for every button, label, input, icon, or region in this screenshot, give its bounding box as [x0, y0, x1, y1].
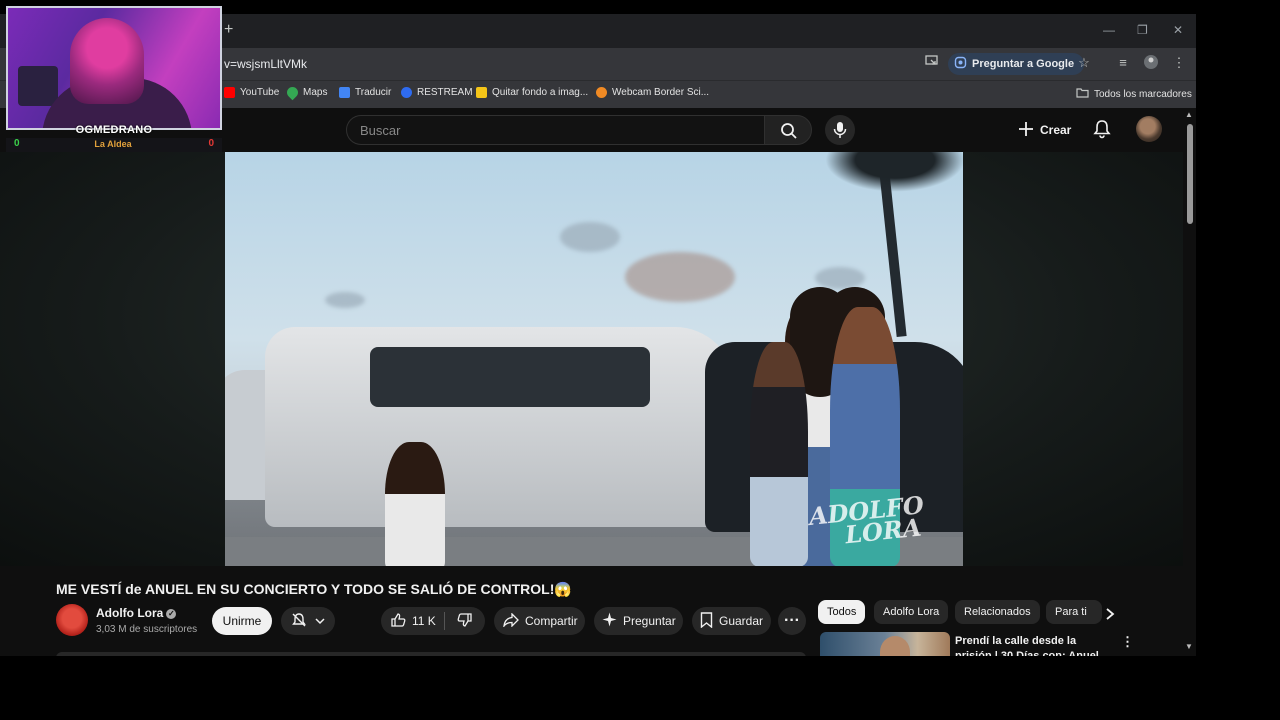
profile-icon[interactable]: [1142, 54, 1160, 72]
chevron-right-icon[interactable]: [1105, 607, 1115, 624]
search-icon: [780, 122, 798, 145]
sparkle-icon: [602, 612, 617, 630]
bookmark-icon: [700, 611, 713, 631]
channel-avatar[interactable]: [56, 604, 88, 636]
like-dislike-group: 11 K: [381, 607, 485, 635]
chip-adolfo-lora[interactable]: Adolfo Lora: [874, 600, 949, 624]
share-button[interactable]: Compartir: [494, 607, 585, 635]
folder-icon: [1076, 87, 1089, 101]
share-label: Compartir: [525, 614, 578, 628]
like-divider: [443, 612, 445, 630]
like-count: 11 K: [412, 614, 436, 628]
ask-button[interactable]: Preguntar: [594, 607, 683, 635]
youtube-icon: [224, 87, 235, 98]
chevron-down-icon: [315, 614, 325, 628]
webcam-feed: [6, 6, 222, 130]
menu-kebab-icon[interactable]: ⋮: [1170, 54, 1188, 72]
video-player[interactable]: ADOLFO LORA: [225, 152, 963, 566]
lens-icon: [954, 56, 967, 72]
close-icon[interactable]: ✕: [1173, 23, 1183, 37]
description-box[interactable]: [56, 652, 806, 656]
webcam-border-icon: [596, 87, 607, 98]
plus-icon: [1018, 121, 1034, 140]
notifications-bell-icon[interactable]: [1093, 119, 1111, 144]
recommended-video-thumbnail[interactable]: [820, 632, 950, 656]
share-arrow-icon: [503, 611, 519, 630]
recommended-video-title[interactable]: Prendí la calle desde la prisión | 30 Dí…: [955, 634, 1115, 656]
bookmark-maps[interactable]: Maps: [284, 84, 327, 101]
like-button[interactable]: 11 K: [390, 612, 436, 631]
recommended-video-menu-icon[interactable]: ⋮: [1121, 634, 1134, 650]
voice-search-button[interactable]: [825, 115, 855, 145]
channel-name-link[interactable]: Adolfo Lora ✓: [96, 606, 177, 620]
remove-bg-icon: [476, 87, 487, 98]
scrollbar-thumb[interactable]: [1187, 124, 1193, 224]
bell-off-icon: [291, 612, 307, 631]
bookmark-quitar-fondo[interactable]: Quitar fondo a imag...: [476, 87, 588, 98]
save-label: Guardar: [719, 614, 764, 628]
bookmark-youtube[interactable]: YouTube: [224, 87, 279, 98]
video-title: ME VESTÍ de ANUEL EN SU CONCIERTO Y TODO…: [56, 581, 572, 597]
video-info: ME VESTÍ de ANUEL EN SU CONCIERTO Y TODO…: [0, 566, 1183, 656]
webcam-subtitle: La Aldea: [94, 139, 132, 149]
verified-check-icon: ✓: [166, 609, 177, 619]
thumbs-up-icon: [390, 612, 406, 631]
page-scrollbar[interactable]: ▲ ▼: [1183, 108, 1196, 656]
chip-relacionados[interactable]: Relacionados: [955, 600, 1040, 624]
restream-icon: [401, 87, 412, 98]
search-placeholder: Buscar: [360, 123, 401, 138]
thumbs-down-icon: [457, 612, 473, 631]
url-text[interactable]: v=wsjsmLltVMk: [224, 57, 307, 71]
ask-label: Preguntar: [623, 614, 676, 628]
all-bookmarks-folder[interactable]: Todos los marcadores: [1076, 87, 1192, 101]
ask-google-label: Preguntar a Google: [972, 58, 1075, 70]
subscriber-count: 3,03 M de suscriptores: [96, 624, 198, 635]
scroll-down-arrow-icon[interactable]: ▼: [1185, 642, 1193, 651]
streamer-name: OGMEDRANO: [75, 124, 153, 136]
bookmark-traducir[interactable]: Traducir: [339, 87, 391, 98]
search-input[interactable]: Buscar: [346, 115, 764, 145]
install-app-icon[interactable]: [923, 54, 941, 72]
bookmark-webcam-border[interactable]: Webcam Border Sci...: [596, 87, 709, 98]
search-button[interactable]: [764, 115, 812, 145]
minimize-icon[interactable]: —: [1103, 23, 1115, 37]
chip-para-ti[interactable]: Para ti: [1046, 600, 1102, 624]
chip-todos[interactable]: Todos: [818, 600, 866, 624]
bookmark-restream[interactable]: RESTREAM: [401, 87, 473, 98]
media-controls-icon[interactable]: ≡: [1114, 54, 1132, 72]
ask-google-button[interactable]: Preguntar a Google: [948, 53, 1085, 75]
restore-icon[interactable]: ❐: [1137, 23, 1148, 37]
scroll-up-arrow-icon[interactable]: ▲: [1185, 110, 1193, 119]
account-avatar[interactable]: [1136, 116, 1162, 142]
create-label: Crear: [1040, 123, 1072, 137]
microphone-icon: [833, 121, 847, 144]
join-button[interactable]: Unirme: [212, 607, 272, 635]
video-watermark: ADOLFO LORA: [807, 490, 925, 550]
new-tab-button[interactable]: +: [224, 21, 233, 39]
maps-pin-icon: [284, 84, 301, 101]
subscription-bell-button[interactable]: [281, 607, 335, 635]
more-actions-button[interactable]: ···: [778, 607, 806, 635]
dislike-button[interactable]: [457, 612, 473, 631]
webcam-overlay: OGMEDRANO 0 La Aldea 0: [6, 6, 222, 152]
losses-score: 0: [208, 138, 214, 149]
streamer-figure: [70, 18, 144, 104]
more-horizontal-icon: ···: [784, 612, 800, 629]
player-background: ADOLFO LORA: [0, 152, 1183, 566]
save-button[interactable]: Guardar: [692, 607, 771, 635]
create-button[interactable]: Crear: [1018, 117, 1071, 143]
bookmark-star-icon[interactable]: ☆: [1075, 54, 1093, 72]
translate-icon: [339, 87, 350, 98]
